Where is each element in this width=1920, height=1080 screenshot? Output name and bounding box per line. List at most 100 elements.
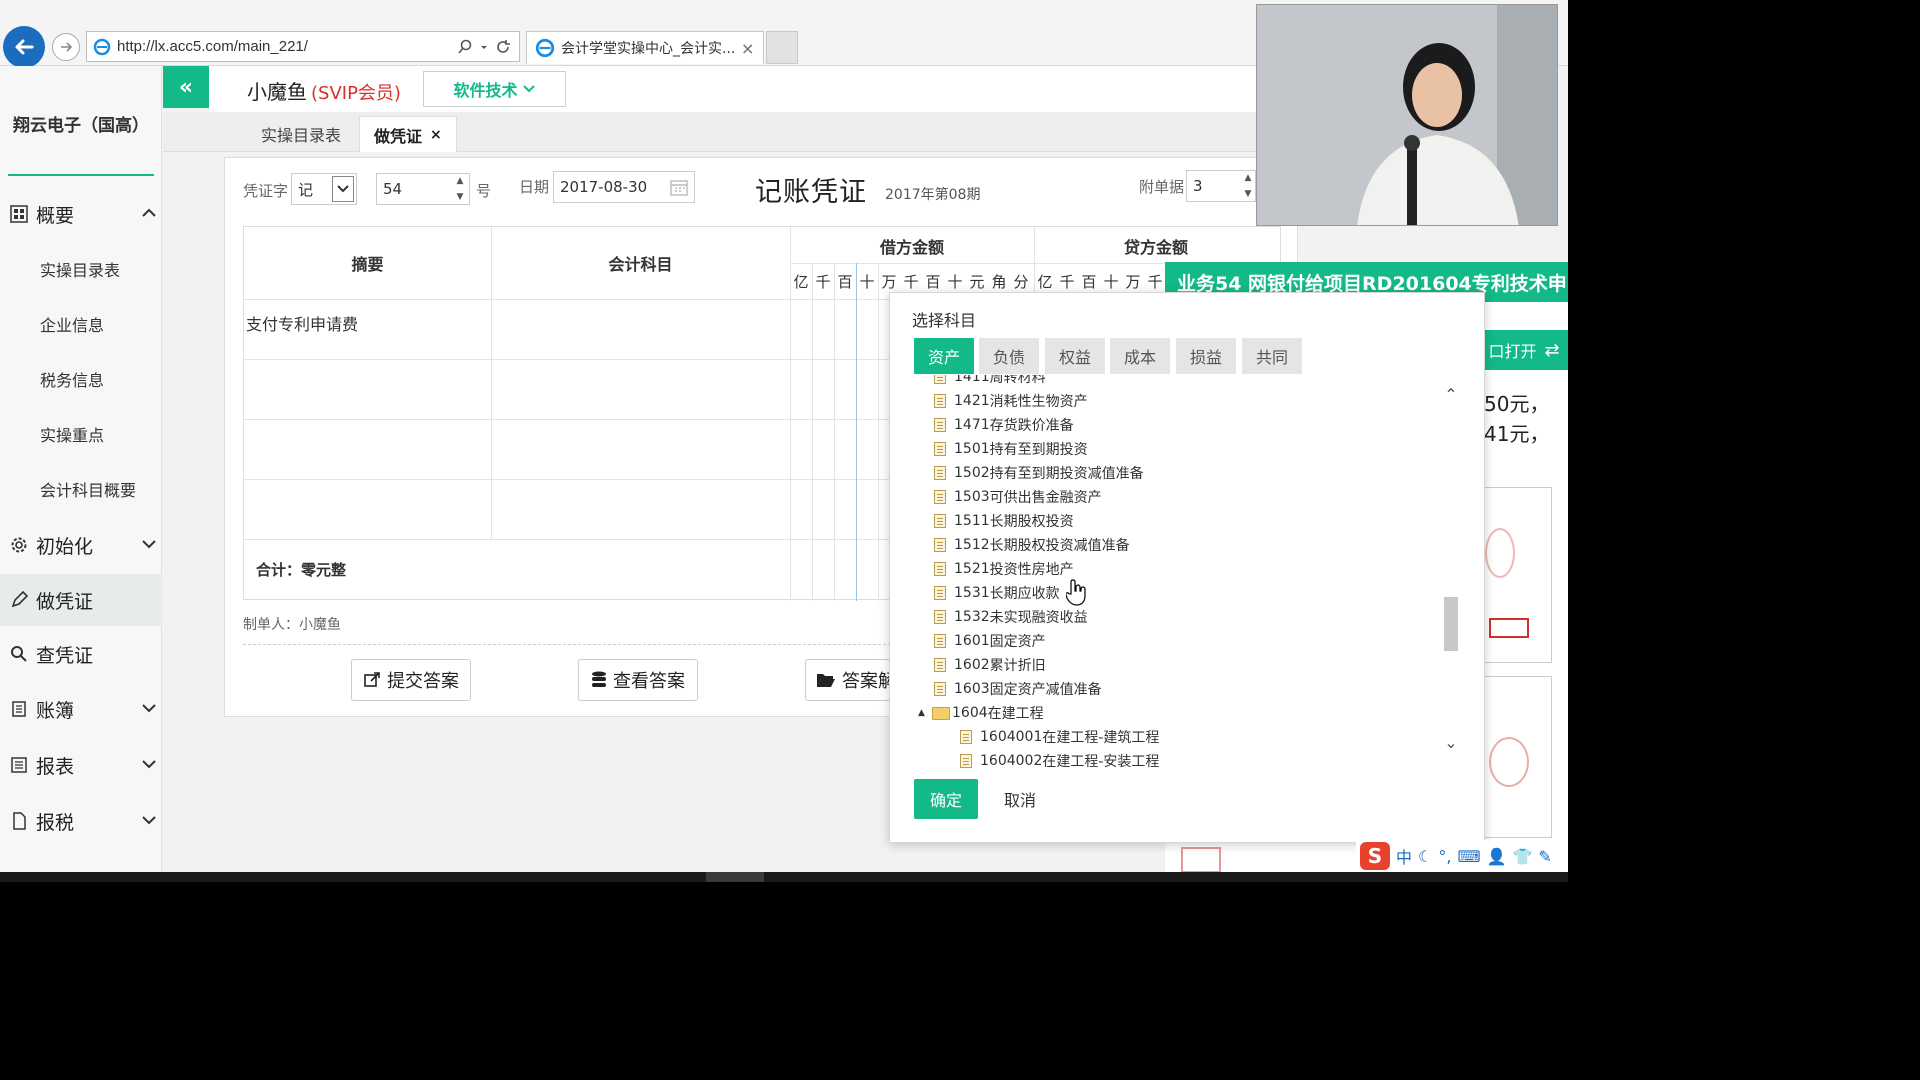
sidebar-sub-item-key-points[interactable]: 实操重点 (0, 412, 162, 456)
sidebar-sub-item-catalog[interactable]: 实操目录表 (0, 247, 162, 291)
sidebar-item-label: 查凭证 (36, 644, 94, 667)
subject-row[interactable]: 1532 未实现融资收益 (934, 605, 1088, 629)
sidebar-item-overview[interactable]: 概要 (0, 188, 162, 240)
subject-code: 1471 (954, 417, 990, 433)
folder-open-icon (817, 674, 835, 687)
submit-answer-label: 提交答案 (387, 671, 459, 692)
new-tab-button[interactable] (766, 31, 798, 64)
sidebar-item-query-voucher[interactable]: 查凭证 (0, 628, 162, 680)
subject-row[interactable]: 1511 长期股权投资 (934, 509, 1074, 533)
chevron-down-icon (136, 701, 162, 717)
voucher-word-label: 凭证字 (243, 182, 289, 200)
calendar-icon[interactable] (670, 178, 688, 196)
sidebar-item-init[interactable]: 初始化 (0, 519, 162, 571)
sidebar-item-reports[interactable]: 报表 (0, 739, 162, 791)
sidebar-sub-item-tax-info[interactable]: 税务信息 (0, 357, 162, 401)
ime-mode[interactable]: 中 (1396, 844, 1412, 868)
subject-code: 1603 (954, 681, 990, 697)
category-tab-liabilities[interactable]: 负债 (979, 338, 1039, 374)
chevron-up-icon[interactable]: ⌃ (1441, 385, 1461, 404)
category-tab-profit-loss[interactable]: 损益 (1176, 338, 1236, 374)
subject-name: 在建工程 (987, 706, 1044, 722)
subject-row[interactable]: 1503 可供出售金融资产 (934, 485, 1102, 509)
address-bar[interactable]: http://lx.acc5.com/main_221/ (86, 31, 520, 62)
sidebar-sub-item-company-info[interactable]: 企业信息 (0, 302, 162, 346)
attachment-stepper[interactable]: ▲ ▼ (1239, 170, 1257, 202)
software-tech-dropdown[interactable]: 软件技术 (423, 71, 566, 107)
document-thumbnail[interactable] (1484, 676, 1552, 838)
subject-code: 1411 (954, 375, 990, 385)
subject-row[interactable]: 1501 持有至到期投资 (934, 437, 1088, 461)
user-info: 小魔鱼 (SVIP会员) (247, 76, 401, 105)
voucher-word-select[interactable]: 记 (291, 173, 357, 205)
category-tab-assets[interactable]: 资产 (914, 338, 974, 374)
taskbar-item[interactable] (706, 872, 764, 882)
stamp-mark (1489, 618, 1529, 638)
search-icon[interactable] (457, 39, 473, 55)
number-stepper[interactable]: ▲ ▼ (451, 173, 469, 205)
document-thumbnail[interactable] (1484, 487, 1552, 663)
tools-icon[interactable]: ✎ (1538, 847, 1551, 866)
category-tab-equity[interactable]: 权益 (1045, 338, 1105, 374)
subject-row[interactable]: 1602 累计折旧 (934, 653, 1046, 677)
collapse-sidebar-button[interactable]: « (163, 66, 209, 108)
moon-icon[interactable]: ☾ (1418, 847, 1432, 866)
close-icon[interactable]: × (430, 127, 442, 143)
subject-row[interactable]: 1604002 在建工程-安装工程 (960, 749, 1159, 768)
subject-name: 累计折旧 (989, 658, 1046, 674)
view-answer-button[interactable]: 查看答案 (578, 659, 698, 701)
sidebar-item-make-voucher[interactable]: 做凭证 (0, 574, 162, 626)
scrollbar-thumb[interactable] (1444, 597, 1458, 651)
cancel-button[interactable]: 取消 (990, 779, 1050, 819)
subject-code: 1604002 (980, 753, 1043, 768)
date-input[interactable]: 2017-08-30 (553, 171, 695, 203)
subject-row[interactable]: 1512 长期股权投资减值准备 (934, 533, 1130, 557)
digit-header: 分 (1013, 273, 1029, 291)
subject-name: 在建工程-建筑工程 (1042, 730, 1160, 746)
subject-row[interactable]: 1521 投资性房地产 (934, 557, 1074, 581)
sidebar-item-ledger[interactable]: 账簿 (0, 683, 162, 735)
sogou-ime-logo[interactable]: S (1360, 842, 1390, 870)
open-window-button[interactable]: 口打开 ⇄ (1480, 330, 1568, 370)
refresh-icon[interactable] (495, 39, 511, 55)
chevron-down-icon: ▼ (456, 192, 464, 202)
punctuation-icon[interactable]: °, (1438, 847, 1451, 866)
digit-header: 千 (1059, 273, 1075, 291)
subject-folder-row[interactable]: ▲ 1604 在建工程 (918, 701, 1044, 725)
subject-row[interactable]: 1601 固定资产 (934, 629, 1046, 653)
confirm-button[interactable]: 确定 (914, 779, 978, 819)
digit-header: 千 (815, 273, 831, 291)
subject-row[interactable]: 1502 持有至到期投资减值准备 (934, 461, 1144, 485)
subject-row[interactable]: 1531 长期应收款 (934, 581, 1060, 605)
forward-button[interactable] (52, 33, 80, 61)
document-icon (934, 610, 946, 624)
voucher-number-value: 54 (383, 180, 403, 198)
category-tab-common[interactable]: 共同 (1242, 338, 1302, 374)
close-icon[interactable]: × (741, 39, 763, 58)
tab-make-voucher[interactable]: 做凭证 × (359, 116, 457, 152)
scrollbar[interactable]: ⌃ ⌄ (1441, 375, 1461, 768)
subject-row[interactable]: 1603 固定资产减值准备 (934, 677, 1102, 701)
back-button[interactable] (3, 26, 45, 68)
summary-cell[interactable]: 支付专利申请费 (246, 311, 358, 335)
sidebar-sub-item-subject-overview[interactable]: 会计科目概要 (0, 467, 162, 511)
subject-row[interactable]: 1604001 在建工程-建筑工程 (960, 725, 1159, 749)
digit-header: 元 (969, 273, 985, 291)
subject-row[interactable]: 1421 消耗性生物资产 (934, 389, 1088, 413)
digit-header: 角 (991, 273, 1007, 291)
submit-answer-button[interactable]: 提交答案 (351, 659, 471, 701)
subject-row[interactable]: 1471 存货跌价准备 (934, 413, 1074, 437)
category-tab-cost[interactable]: 成本 (1110, 338, 1170, 374)
chevron-down-icon[interactable]: ⌄ (1441, 733, 1461, 752)
dropdown-icon[interactable] (479, 39, 489, 55)
shirt-icon[interactable]: 👕 (1512, 847, 1532, 866)
browser-tab[interactable]: 会计学堂实操中心_会计实... × (526, 31, 764, 64)
expand-arrow-icon[interactable]: ▲ (918, 708, 930, 718)
sidebar-item-tax[interactable]: 报税 (0, 795, 162, 847)
keyboard-icon[interactable]: ⌨ (1457, 847, 1480, 866)
document-icon (934, 375, 946, 384)
tab-catalog[interactable]: 实操目录表 (247, 116, 355, 152)
user-icon[interactable]: 👤 (1487, 847, 1507, 866)
forward-arrow-icon (61, 42, 73, 52)
subject-row[interactable]: 1411 周转材料 (934, 375, 1046, 389)
